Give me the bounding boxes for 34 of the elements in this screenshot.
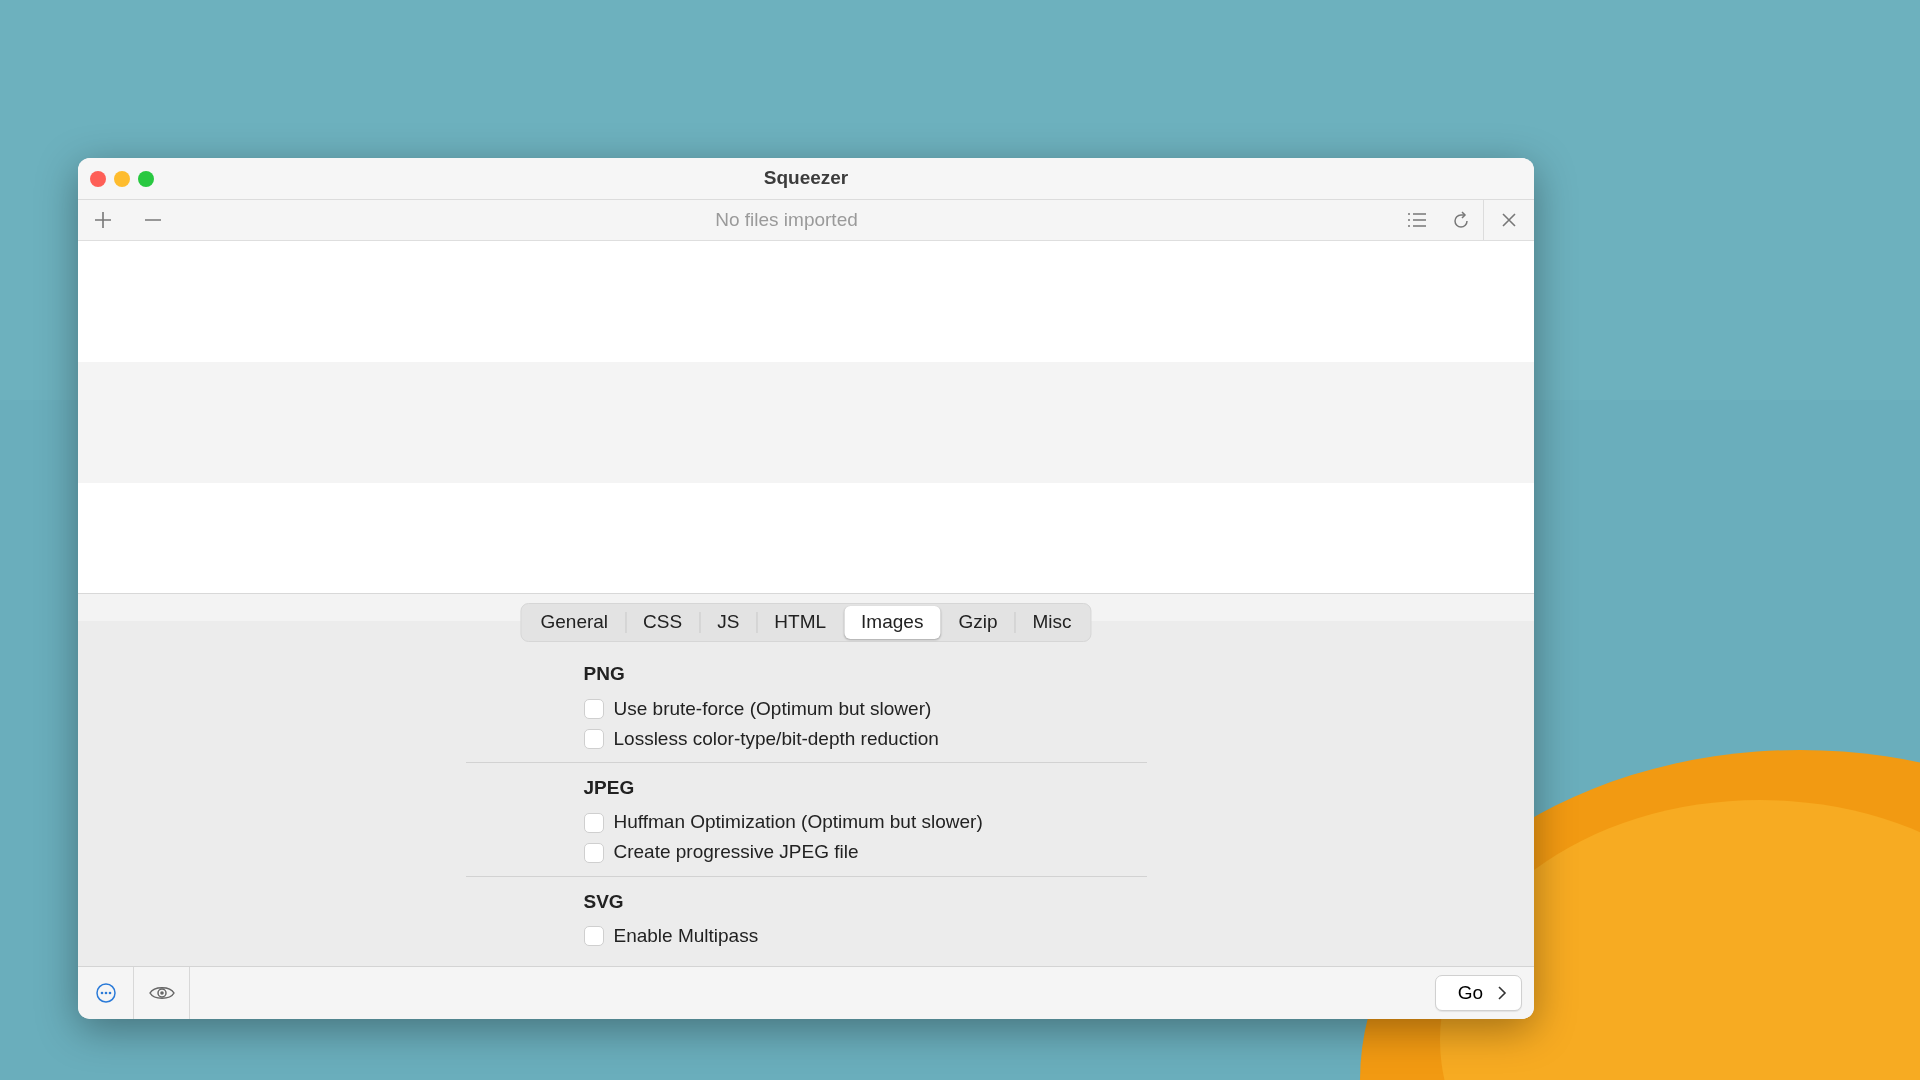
checkbox-label[interactable]: Use brute-force (Optimum but slower): [613, 694, 932, 724]
tab[interactable]: JS: [700, 606, 757, 639]
checkbox[interactable]: [583, 842, 604, 863]
section-heading: SVG: [583, 890, 625, 914]
plus-icon: [94, 211, 112, 229]
eye-icon: [147, 984, 176, 1002]
zoom-window-icon[interactable]: [138, 171, 154, 187]
minimize-window-icon[interactable]: [114, 171, 130, 187]
section-heading: PNG: [583, 663, 626, 686]
checkbox[interactable]: [583, 698, 604, 719]
minus-icon: [144, 219, 162, 221]
tab[interactable]: Misc: [1015, 606, 1089, 639]
refresh-icon: [1452, 210, 1470, 230]
tab[interactable]: CSS: [626, 606, 700, 639]
tab[interactable]: Images: [844, 606, 941, 639]
checkbox[interactable]: [583, 812, 604, 833]
list-icon: [1407, 212, 1427, 228]
checkbox-label[interactable]: Enable Multipass: [613, 922, 759, 951]
checkbox-label[interactable]: Create progressive JPEG file: [613, 838, 859, 867]
go-button[interactable]: Go: [1434, 974, 1522, 1012]
checkbox[interactable]: [583, 728, 604, 749]
close-window-icon[interactable]: [90, 171, 106, 187]
tab[interactable]: General: [523, 606, 626, 639]
close-icon: [1501, 212, 1517, 228]
window-title: Squeezer: [763, 166, 849, 191]
section-heading: JPEG: [583, 776, 636, 800]
tab[interactable]: HTML: [757, 606, 844, 639]
status-text: No files imported: [714, 207, 859, 232]
more-icon: [94, 982, 117, 1004]
tab[interactable]: Gzip: [941, 606, 1015, 639]
checkbox-label[interactable]: Huffman Optimization (Optimum but slower): [613, 808, 983, 837]
checkbox-label[interactable]: Lossless color-type/bit-depth reduction: [613, 724, 939, 754]
chevron-icon: [1497, 985, 1507, 1001]
checkbox[interactable]: [583, 926, 604, 947]
